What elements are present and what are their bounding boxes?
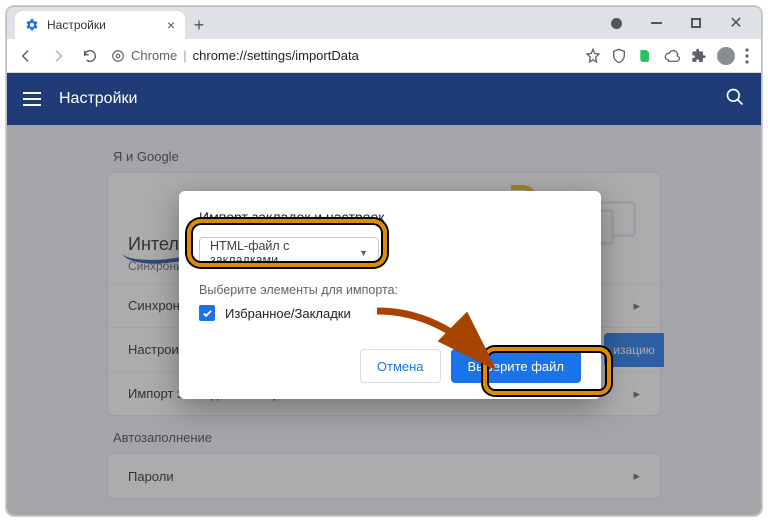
back-button[interactable] [15, 45, 37, 67]
forward-button[interactable] [47, 45, 69, 67]
minimize-button[interactable] [639, 9, 673, 37]
dropdown-icon: ▼ [359, 248, 368, 258]
settings-title: Настройки [59, 90, 137, 108]
checkbox-label: Избранное/Закладки [225, 306, 351, 321]
omnibox[interactable]: Chrome | chrome://settings/importData [111, 48, 571, 63]
reload-button[interactable] [79, 45, 101, 67]
checkbox-checked-icon[interactable] [199, 305, 215, 321]
dialog-subtitle: Выберите элементы для импорта: [199, 283, 581, 297]
cancel-button[interactable]: Отмена [360, 349, 441, 383]
close-tab-icon[interactable]: × [167, 17, 175, 33]
url-path: chrome://settings/importData [193, 48, 359, 63]
settings-favicon-icon [25, 18, 39, 32]
address-bar: Chrome | chrome://settings/importData [7, 39, 761, 73]
extensions-icon[interactable] [691, 48, 707, 64]
profile-icon[interactable] [717, 47, 735, 65]
titlebar: Настройки × + ✕ [7, 7, 761, 39]
close-window-button[interactable]: ✕ [719, 9, 753, 37]
url-chip: Chrome [131, 48, 177, 63]
menu-hamburger-icon[interactable] [23, 92, 41, 106]
search-icon[interactable] [725, 87, 745, 112]
evernote-icon[interactable] [637, 48, 653, 64]
select-value: HTML-файл с закладками [210, 239, 359, 267]
menu-icon[interactable] [745, 48, 749, 64]
choose-file-button[interactable]: Выберите файл [451, 349, 581, 383]
tab-title: Настройки [47, 18, 106, 32]
account-indicator-icon[interactable] [599, 9, 633, 37]
import-dialog: Импорт закладок и настроек HTML-файл с з… [179, 191, 601, 399]
shield-icon[interactable] [611, 48, 627, 64]
cloud-icon[interactable] [663, 48, 681, 64]
toolbar-icons [581, 47, 753, 65]
favorites-checkbox-row[interactable]: Избранное/Закладки [199, 305, 581, 321]
source-select[interactable]: HTML-файл с закладками ▼ [199, 237, 379, 269]
dialog-title: Импорт закладок и настроек [199, 209, 581, 225]
star-icon[interactable] [585, 48, 601, 64]
window-controls: ✕ [599, 7, 761, 39]
new-tab-button[interactable]: + [185, 11, 213, 39]
browser-window: Настройки × + ✕ Chrome | chrome://settin… [6, 6, 762, 516]
maximize-button[interactable] [679, 9, 713, 37]
active-tab[interactable]: Настройки × [15, 11, 185, 39]
settings-header: Настройки [7, 73, 761, 125]
